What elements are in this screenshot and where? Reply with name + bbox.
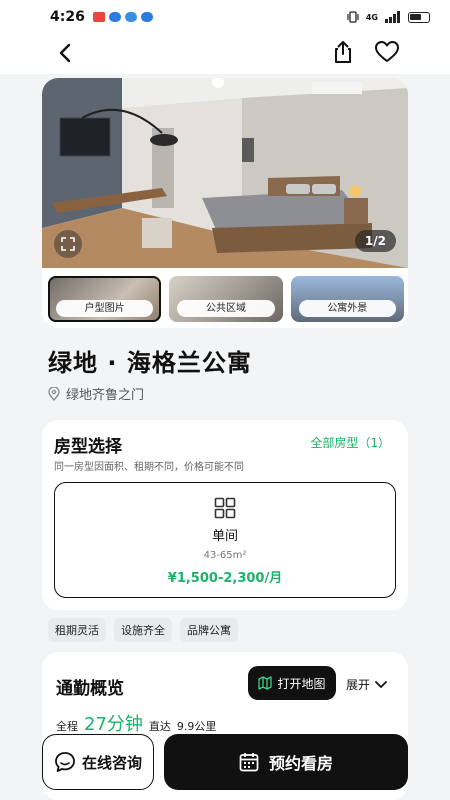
blue-app-icon-2 (140, 12, 153, 22)
room-option-name: 单间 (211, 529, 238, 544)
map-icon (258, 676, 273, 690)
feature-tag: 品牌公寓 (180, 618, 238, 642)
thumbnail-label: 公寓外景 (298, 300, 396, 317)
thumbnail-common-area[interactable]: 公共区域 (169, 276, 283, 322)
book-viewing-button[interactable]: 预约看房 (164, 734, 408, 790)
room-option-card[interactable]: 单间 43-65m² ¥1,500-2,300/月 (54, 482, 396, 598)
red-app-icon (92, 12, 105, 22)
location-text: 绿地齐鲁之门 (66, 388, 145, 403)
online-consult-label: 在线咨询 (81, 753, 142, 772)
heart-icon[interactable] (374, 39, 400, 65)
thumbnail-label: 户型图片 (56, 300, 154, 317)
book-viewing-label: 预约看房 (268, 754, 333, 773)
chevron-down-icon (375, 680, 387, 688)
property-location[interactable]: 绿地齐鲁之门 (48, 384, 144, 403)
thumbnail-label: 公共区域 (177, 300, 275, 317)
feature-tags: 租期灵活 设施齐全 品牌公寓 (48, 618, 238, 642)
location-pin-icon (48, 386, 60, 401)
share-icon[interactable] (330, 39, 356, 65)
property-title: 绿地 · 海格兰公寓 (48, 349, 252, 377)
open-map-label: 打开地图 (277, 676, 326, 691)
expand-button[interactable]: 展开 (346, 676, 387, 693)
room-section-subtitle: 同一房型因面积、租期不同，价格可能不同 (54, 462, 244, 473)
room-type-section: 房型选择 全部房型（1） 同一房型因面积、租期不同，价格可能不同 单间 43-6… (42, 420, 408, 610)
bedroom-illustration (42, 78, 408, 268)
photo-counter: 1/2 (354, 230, 396, 252)
online-consult-button[interactable]: 在线咨询 (42, 734, 154, 790)
feature-tag: 设施齐全 (114, 618, 172, 642)
top-navigation (0, 34, 450, 74)
chat-bubble-icon (55, 752, 75, 772)
room-section-heading: 房型选择 (54, 437, 122, 457)
fullscreen-icon[interactable] (54, 230, 82, 258)
expand-label: 展开 (346, 678, 371, 692)
battery-icon (408, 11, 430, 23)
calendar-icon (239, 753, 259, 772)
blue-app-icon (108, 12, 121, 22)
vibrate-icon (347, 11, 359, 23)
bottom-action-bar: 在线咨询 预约看房 (0, 724, 450, 800)
back-arrow-icon[interactable] (52, 40, 78, 66)
photo-gallery: 1/2 户型图片 公共区域 公寓外景 (42, 78, 408, 328)
open-map-button[interactable]: 打开地图 (248, 666, 336, 700)
signal-icon (385, 11, 400, 23)
network-type: 4G (365, 12, 378, 22)
browser-icon (124, 12, 137, 22)
all-room-types-link[interactable]: 全部房型（1） (310, 434, 390, 451)
room-option-area: 43-65m² (203, 550, 247, 561)
thumbnail-strip: 户型图片 公共区域 公寓外景 (48, 276, 404, 322)
room-option-price: ¥1,500-2,300/月 (167, 571, 283, 586)
notification-icons (92, 12, 153, 22)
thumbnail-floorplan[interactable]: 户型图片 (48, 276, 162, 322)
thumbnail-exterior[interactable]: 公寓外景 (290, 276, 404, 322)
room-grid-icon (214, 497, 236, 519)
commute-heading: 通勤概览 (56, 679, 124, 699)
system-icons: 4G (346, 11, 430, 23)
feature-tag: 租期灵活 (48, 618, 106, 642)
room-photo[interactable] (42, 78, 408, 268)
status-time: 4:26 (50, 9, 85, 25)
status-bar: 4:26 4G (0, 0, 450, 34)
